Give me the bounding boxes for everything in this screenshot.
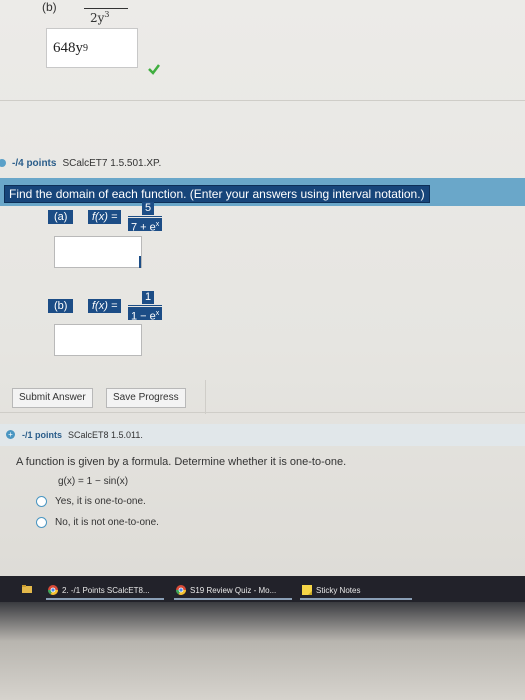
question-header: + -/1 points SCalcET8 1.5.011. xyxy=(0,424,525,446)
option-no[interactable]: No, it is not one-to-one. xyxy=(36,517,159,528)
prev-part-label: (b) xyxy=(42,0,57,14)
part-b-function: f(x) = xyxy=(88,299,122,313)
divider xyxy=(205,380,206,414)
chrome-icon xyxy=(48,585,58,595)
chrome-icon xyxy=(176,585,186,595)
radio-button[interactable] xyxy=(36,517,47,528)
divider xyxy=(0,412,525,413)
part-a-denominator: 7 + ex xyxy=(128,218,163,234)
instruction-text: Find the domain of each function. (Enter… xyxy=(4,185,430,203)
question-code: SCalcET8 1.5.011. xyxy=(68,430,143,440)
question-points: -/4 points xyxy=(12,157,57,169)
prev-fraction: 2y3 xyxy=(84,2,128,25)
window-indicator xyxy=(300,598,412,600)
submit-answer-button[interactable]: Submit Answer xyxy=(12,388,93,408)
active-window-indicator xyxy=(46,598,164,600)
option-yes[interactable]: Yes, it is one-to-one. xyxy=(36,496,146,507)
question-header: -/4 points SCalcET7 1.5.501.XP. xyxy=(0,152,525,174)
taskbar-item-quiz[interactable]: S19 Review Quiz - Mo... xyxy=(176,583,276,597)
question-points: -/1 points xyxy=(22,430,62,440)
taskbar-item-chrome[interactable]: 2. -/1 Points SCalcET8... xyxy=(48,583,150,597)
part-b-numerator: 1 xyxy=(142,291,155,304)
window-indicator xyxy=(174,598,292,600)
text-cursor xyxy=(139,256,141,268)
question-code: SCalcET7 1.5.501.XP. xyxy=(62,157,162,169)
part-b-denominator: 1 − ex xyxy=(128,307,163,323)
question-bullet-icon xyxy=(0,159,6,167)
monitor-bezel xyxy=(0,602,525,700)
question-text: A function is given by a formula. Determ… xyxy=(16,456,347,468)
save-progress-button[interactable]: Save Progress xyxy=(106,388,186,408)
part-a-numerator: 5 xyxy=(142,202,155,215)
correct-check-icon xyxy=(148,64,160,75)
expand-plus-icon[interactable]: + xyxy=(6,430,15,439)
prev-answer-field[interactable]: 648y 9 xyxy=(46,28,138,68)
prev-fraction-denominator: 2y xyxy=(90,11,105,25)
file-explorer-icon[interactable] xyxy=(22,584,32,594)
taskbar-item-sticky-notes[interactable]: Sticky Notes xyxy=(302,583,360,597)
part-a-answer-field[interactable] xyxy=(54,236,142,268)
part-b-label: (b) xyxy=(48,299,74,313)
sticky-notes-icon xyxy=(302,585,312,595)
part-a-label: (a) xyxy=(48,210,74,224)
radio-button[interactable] xyxy=(36,496,47,507)
divider xyxy=(0,100,525,101)
part-b-answer-field[interactable] xyxy=(54,324,142,356)
question-formula: g(x) = 1 − sin(x) xyxy=(58,476,129,487)
part-a-function: f(x) = xyxy=(88,210,122,224)
webassign-page: (b) 2y3 648y 9 -/4 points SCalcET7 1.5.50… xyxy=(0,0,525,576)
